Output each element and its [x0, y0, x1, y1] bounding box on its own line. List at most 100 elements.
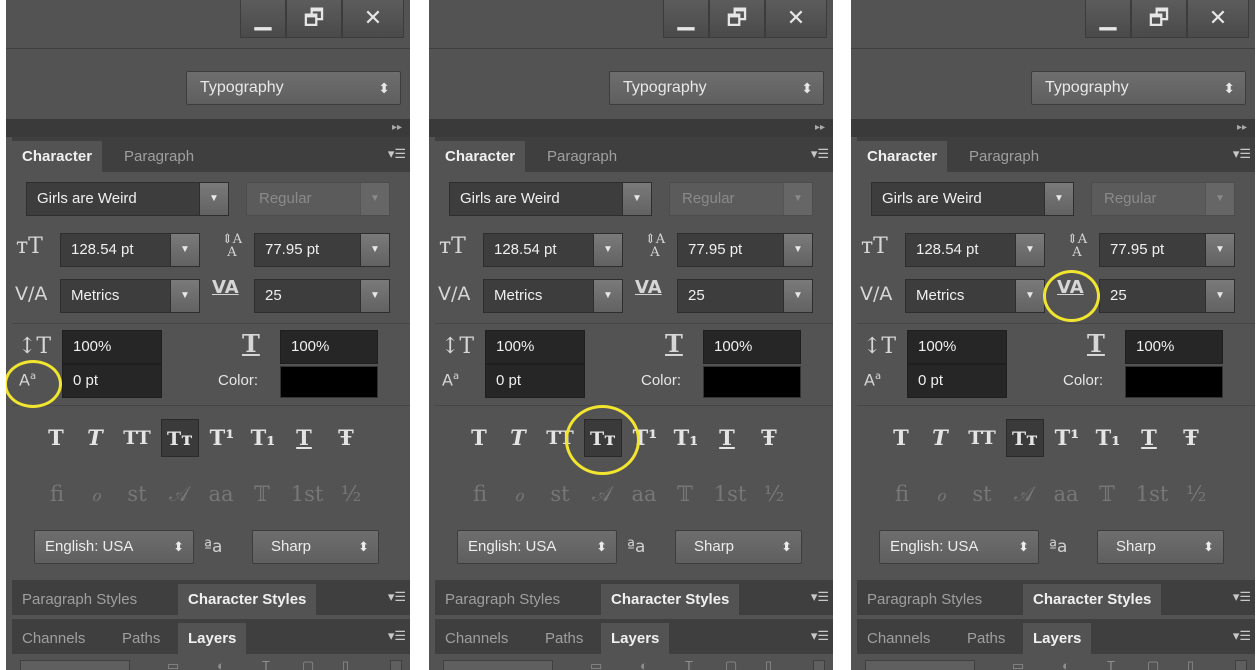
font-style-dropdown[interactable]: Regular ▼	[246, 182, 390, 216]
type-filter-icon[interactable]: T	[262, 658, 270, 670]
smart-object-filter-icon[interactable]: ▯	[342, 658, 349, 670]
leading-field[interactable]: 77.95 pt ▼	[677, 233, 813, 267]
tracking-field[interactable]: 25 ▼	[254, 279, 390, 313]
panel-menu-icon[interactable]: ▾☰	[1233, 584, 1251, 610]
tab-character-styles[interactable]: Character Styles	[1023, 584, 1162, 615]
underline-button[interactable]: T	[708, 419, 746, 457]
kerning-field[interactable]: Metrics ▼	[483, 279, 623, 313]
panel-menu-icon[interactable]: ▾☰	[811, 623, 829, 649]
filter-toggle[interactable]	[1235, 660, 1247, 670]
color-swatch[interactable]	[280, 366, 378, 398]
panel-menu-icon[interactable]: ▾☰	[811, 141, 829, 167]
small-caps-button[interactable]: Tт	[161, 419, 199, 457]
font-style-dropdown[interactable]: Regular ▼	[669, 182, 813, 216]
faux-bold-button[interactable]: T	[882, 419, 920, 457]
strikethrough-button[interactable]: Ŧ	[1172, 419, 1210, 457]
type-filter-icon[interactable]: T	[1107, 658, 1115, 670]
faux-italic-button[interactable]: T	[76, 419, 114, 457]
vertical-scale-field[interactable]: 100%	[485, 330, 585, 364]
collapse-panels-icon[interactable]: ▸▸	[1237, 119, 1247, 137]
language-select[interactable]: English: USA ⬍	[34, 530, 194, 564]
horizontal-scale-field[interactable]: 100%	[280, 330, 378, 364]
vertical-scale-field[interactable]: 100%	[907, 330, 1007, 364]
kerning-field[interactable]: Metrics ▼	[60, 279, 200, 313]
small-caps-button[interactable]: Tт	[584, 419, 622, 457]
baseline-shift-field[interactable]: 0 pt	[62, 364, 162, 398]
antialias-select[interactable]: Sharp ⬍	[252, 530, 379, 564]
old-style-button[interactable]: ℴ	[500, 475, 538, 513]
minimize-button[interactable]: ▁	[663, 0, 709, 38]
font-family-dropdown[interactable]: Girls are Weird ▼	[871, 182, 1074, 216]
workspace-select[interactable]: Typography ⬍	[186, 71, 401, 105]
swash-button[interactable]: 𝒜	[1005, 475, 1043, 513]
tab-channels[interactable]: Channels	[857, 623, 940, 654]
color-swatch[interactable]	[1125, 366, 1223, 398]
stylistic-alternates-button[interactable]: aa	[625, 475, 663, 513]
small-caps-button[interactable]: Tт	[1006, 419, 1044, 457]
shape-filter-icon[interactable]: ▢	[1147, 658, 1159, 670]
fractions-button[interactable]: ½	[332, 475, 370, 513]
ordinals-button[interactable]: 1st	[284, 475, 330, 513]
tab-paths[interactable]: Paths	[112, 623, 170, 654]
tab-paragraph[interactable]: Paragraph	[114, 141, 204, 172]
subscript-button[interactable]: T₁	[244, 419, 282, 457]
tab-channels[interactable]: Channels	[435, 623, 518, 654]
collapse-panels-icon[interactable]: ▸▸	[392, 119, 402, 137]
subscript-button[interactable]: T₁	[667, 419, 705, 457]
faux-bold-button[interactable]: T	[460, 419, 498, 457]
filter-kind-select[interactable]	[20, 660, 130, 670]
tab-channels[interactable]: Channels	[12, 623, 95, 654]
baseline-shift-field[interactable]: 0 pt	[485, 364, 585, 398]
faux-italic-button[interactable]: T	[921, 419, 959, 457]
restore-button[interactable]: 🗗	[709, 0, 765, 38]
faux-italic-button[interactable]: T	[499, 419, 537, 457]
shape-filter-icon[interactable]: ▢	[302, 658, 314, 670]
type-filter-icon[interactable]: T	[685, 658, 693, 670]
kerning-field[interactable]: Metrics ▼	[905, 279, 1045, 313]
pixel-filter-icon[interactable]: ▭	[167, 658, 179, 670]
horizontal-scale-field[interactable]: 100%	[703, 330, 801, 364]
tab-layers[interactable]: Layers	[178, 623, 247, 654]
restore-button[interactable]: 🗗	[286, 0, 342, 38]
filter-toggle[interactable]	[813, 660, 825, 670]
superscript-button[interactable]: T¹	[203, 419, 241, 457]
restore-button[interactable]: 🗗	[1131, 0, 1187, 38]
font-family-dropdown[interactable]: Girls are Weird ▼	[26, 182, 229, 216]
stylistic-alternates-button[interactable]: aa	[1047, 475, 1085, 513]
adjustment-filter-icon[interactable]: ◐	[217, 658, 225, 670]
tab-character-styles[interactable]: Character Styles	[601, 584, 740, 615]
panel-menu-icon[interactable]: ▾☰	[1233, 623, 1251, 649]
tab-paragraph-styles[interactable]: Paragraph Styles	[12, 584, 147, 615]
titling-alternates-button[interactable]: 𝕋	[1088, 475, 1126, 513]
font-size-field[interactable]: 128.54 pt ▼	[905, 233, 1045, 267]
workspace-select[interactable]: Typography ⬍	[609, 71, 824, 105]
all-caps-button[interactable]: TT	[541, 419, 579, 457]
tracking-field[interactable]: 25 ▼	[1099, 279, 1235, 313]
subscript-button[interactable]: T₁	[1089, 419, 1127, 457]
vertical-scale-field[interactable]: 100%	[62, 330, 162, 364]
ligatures-button[interactable]: ﬁ	[883, 475, 921, 513]
titling-alternates-button[interactable]: 𝕋	[243, 475, 281, 513]
filter-kind-select[interactable]	[865, 660, 975, 670]
tab-paths[interactable]: Paths	[535, 623, 593, 654]
old-style-button[interactable]: ℴ	[922, 475, 960, 513]
underline-button[interactable]: T	[285, 419, 323, 457]
shape-filter-icon[interactable]: ▢	[725, 658, 737, 670]
font-family-dropdown[interactable]: Girls are Weird ▼	[449, 182, 652, 216]
panel-menu-icon[interactable]: ▾☰	[1233, 141, 1251, 167]
all-caps-button[interactable]: TT	[118, 419, 156, 457]
pixel-filter-icon[interactable]: ▭	[590, 658, 602, 670]
tab-character-styles[interactable]: Character Styles	[178, 584, 317, 615]
panel-menu-icon[interactable]: ▾☰	[388, 584, 406, 610]
antialias-select[interactable]: Sharp ⬍	[1097, 530, 1224, 564]
tab-character[interactable]: Character	[12, 141, 103, 172]
workspace-select[interactable]: Typography ⬍	[1031, 71, 1246, 105]
leading-field[interactable]: 77.95 pt ▼	[254, 233, 390, 267]
fractions-button[interactable]: ½	[755, 475, 793, 513]
tab-paragraph[interactable]: Paragraph	[537, 141, 627, 172]
ligatures-button[interactable]: ﬁ	[38, 475, 76, 513]
ordinals-button[interactable]: 1st	[707, 475, 753, 513]
superscript-button[interactable]: T¹	[1048, 419, 1086, 457]
font-size-field[interactable]: 128.54 pt ▼	[483, 233, 623, 267]
strikethrough-button[interactable]: Ŧ	[750, 419, 788, 457]
